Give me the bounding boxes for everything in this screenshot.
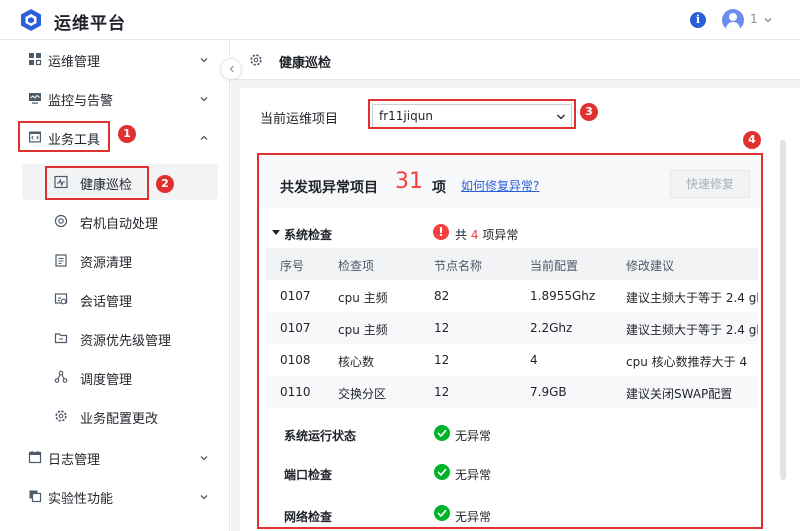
target-icon (54, 214, 68, 228)
info-icon[interactable]: i (690, 12, 706, 28)
monitor-icon (29, 93, 41, 104)
sidebar-item-biz-config[interactable]: 业务配置更改 (22, 398, 218, 434)
chevron-down-icon (200, 58, 208, 63)
sidebar-item-sessions[interactable]: 会话管理 (22, 281, 218, 317)
sidebar-item-label: 资源优先级管理 (80, 334, 172, 349)
page-header: 健康巡检 (231, 40, 800, 80)
calendar-icon (28, 451, 42, 464)
logo-icon (21, 9, 41, 31)
top-header: 运维平台 i 1 (0, 0, 800, 40)
chevron-down-icon (200, 495, 208, 500)
copy-icon (29, 490, 42, 503)
sidebar-group-monitor[interactable]: 监控与告警 (0, 79, 230, 118)
user-count: 1 (750, 12, 758, 26)
annotation-badge-1: 1 (118, 125, 136, 143)
session-icon (54, 293, 68, 305)
project-label: 当前运维项目 (260, 112, 339, 127)
sidebar-item-label: 资源清理 (80, 256, 133, 271)
avatar[interactable] (722, 9, 744, 31)
chevron-down-icon (200, 97, 208, 102)
sidebar-group-ops[interactable]: 运维管理 (0, 40, 230, 79)
page-title: 健康巡检 (279, 56, 332, 71)
sidebar-group-label: 监控与告警 (48, 94, 114, 109)
clipboard-icon (55, 254, 67, 267)
sidebar-collapse-button[interactable] (220, 58, 242, 80)
annotation-box-2 (45, 166, 149, 200)
chevron-down-icon (200, 456, 208, 461)
sidebar-item-label: 会话管理 (80, 295, 133, 310)
grid-icon (29, 53, 42, 66)
schedule-icon (54, 370, 68, 383)
sidebar-item-label: 调度管理 (80, 373, 133, 388)
annotation-box-3 (368, 99, 576, 129)
annotation-badge-3: 3 (580, 103, 598, 121)
sidebar-item-label: 宕机自动处理 (80, 217, 159, 232)
sidebar-group-experimental[interactable]: 实验性功能 (0, 477, 230, 516)
app-title: 运维平台 (54, 14, 126, 34)
gear-icon (250, 54, 262, 66)
sidebar-group-logs[interactable]: 日志管理 (0, 438, 230, 477)
vertical-scrollbar[interactable] (780, 140, 786, 480)
chevron-up-icon (200, 135, 208, 140)
sidebar-item-label: 业务配置更改 (80, 412, 159, 427)
sidebar-group-label: 实验性功能 (48, 492, 114, 507)
annotation-box-4 (257, 153, 763, 529)
annotation-box-1 (18, 121, 110, 152)
settings-icon (55, 410, 67, 422)
sidebar-item-scheduling[interactable]: 调度管理 (22, 359, 218, 395)
sidebar-group-label: 日志管理 (48, 453, 101, 468)
sidebar-item-resource-priority[interactable]: 资源优先级管理 (22, 320, 218, 356)
chevron-down-icon[interactable] (762, 14, 774, 26)
sidebar-group-label: 运维管理 (48, 55, 101, 70)
folder-icon (54, 333, 68, 344)
chevron-left-icon (229, 65, 234, 73)
sidebar-item-failover[interactable]: 宕机自动处理 (22, 203, 218, 239)
annotation-badge-4: 4 (743, 131, 761, 149)
annotation-badge-2: 2 (156, 175, 174, 193)
sidebar-item-resource-cleanup[interactable]: 资源清理 (22, 242, 218, 278)
